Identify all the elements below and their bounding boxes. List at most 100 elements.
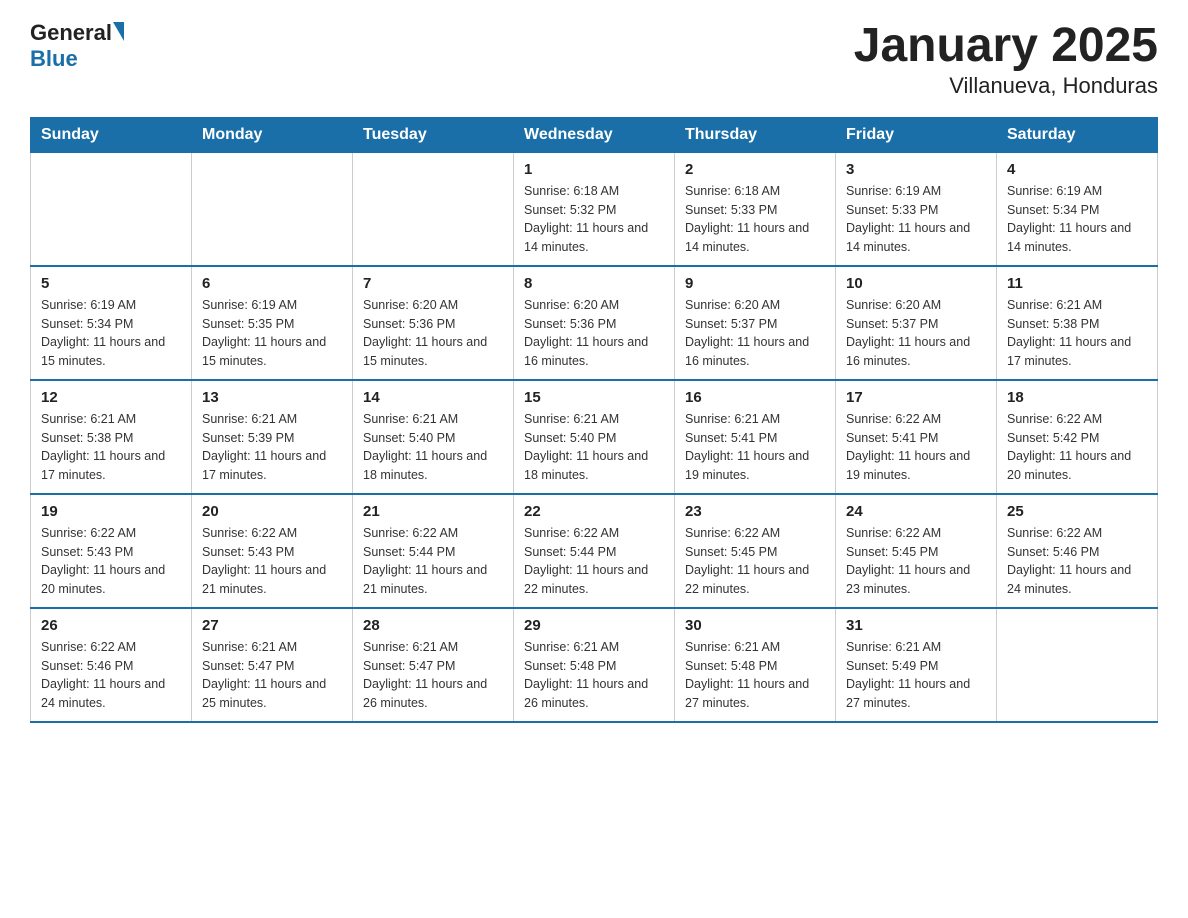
day-number: 29 <box>524 617 664 634</box>
day-number: 31 <box>846 617 986 634</box>
day-number: 28 <box>363 617 503 634</box>
day-info: Sunrise: 6:22 AMSunset: 5:46 PMDaylight:… <box>1007 524 1147 599</box>
calendar-cell <box>192 152 353 266</box>
day-number: 8 <box>524 275 664 292</box>
day-info: Sunrise: 6:22 AMSunset: 5:45 PMDaylight:… <box>846 524 986 599</box>
day-info: Sunrise: 6:21 AMSunset: 5:39 PMDaylight:… <box>202 410 342 485</box>
day-number: 12 <box>41 389 181 406</box>
calendar-body: 1 Sunrise: 6:18 AMSunset: 5:32 PMDaylight… <box>31 152 1158 722</box>
day-number: 26 <box>41 617 181 634</box>
logo: General Blue <box>30 20 124 72</box>
day-number: 11 <box>1007 275 1147 292</box>
calendar-subtitle: Villanueva, Honduras <box>854 73 1158 99</box>
day-info: Sunrise: 6:22 AMSunset: 5:41 PMDaylight:… <box>846 410 986 485</box>
day-number: 18 <box>1007 389 1147 406</box>
calendar-title: January 2025 <box>854 20 1158 73</box>
day-number: 1 <box>524 161 664 178</box>
day-info: Sunrise: 6:21 AMSunset: 5:38 PMDaylight:… <box>41 410 181 485</box>
calendar-cell: 28 Sunrise: 6:21 AMSunset: 5:47 PMDayligh… <box>353 608 514 722</box>
day-info: Sunrise: 6:20 AMSunset: 5:36 PMDaylight:… <box>363 296 503 371</box>
day-of-week-header: Tuesday <box>353 117 514 152</box>
day-info: Sunrise: 6:21 AMSunset: 5:47 PMDaylight:… <box>363 638 503 713</box>
days-of-week-row: SundayMondayTuesdayWednesdayThursdayFrid… <box>31 117 1158 152</box>
day-info: Sunrise: 6:21 AMSunset: 5:40 PMDaylight:… <box>524 410 664 485</box>
calendar-cell: 19 Sunrise: 6:22 AMSunset: 5:43 PMDayligh… <box>31 494 192 608</box>
day-info: Sunrise: 6:21 AMSunset: 5:41 PMDaylight:… <box>685 410 825 485</box>
day-number: 30 <box>685 617 825 634</box>
day-number: 10 <box>846 275 986 292</box>
day-number: 15 <box>524 389 664 406</box>
day-info: Sunrise: 6:22 AMSunset: 5:44 PMDaylight:… <box>524 524 664 599</box>
day-number: 22 <box>524 503 664 520</box>
logo-general-text: General <box>30 20 112 46</box>
day-of-week-header: Wednesday <box>514 117 675 152</box>
calendar-cell: 3Sunrise: 6:19 AMSunset: 5:33 PMDaylight… <box>836 152 997 266</box>
calendar-cell: 16 Sunrise: 6:21 AMSunset: 5:41 PMDayligh… <box>675 380 836 494</box>
calendar-cell: 26 Sunrise: 6:22 AMSunset: 5:46 PMDayligh… <box>31 608 192 722</box>
day-number: 6 <box>202 275 342 292</box>
day-of-week-header: Monday <box>192 117 353 152</box>
calendar-cell: 31 Sunrise: 6:21 AMSunset: 5:49 PMDayligh… <box>836 608 997 722</box>
page-header: General Blue January 2025 Villanueva, Ho… <box>30 20 1158 99</box>
calendar-cell: 27Sunrise: 6:21 AMSunset: 5:47 PMDayligh… <box>192 608 353 722</box>
calendar-cell: 4Sunrise: 6:19 AMSunset: 5:34 PMDaylight… <box>997 152 1158 266</box>
day-info: Sunrise: 6:22 AMSunset: 5:43 PMDaylight:… <box>202 524 342 599</box>
day-number: 9 <box>685 275 825 292</box>
day-info: Sunrise: 6:18 AMSunset: 5:32 PMDaylight:… <box>524 182 664 257</box>
day-info: Sunrise: 6:22 AMSunset: 5:43 PMDaylight:… <box>41 524 181 599</box>
calendar-week-row: 1 Sunrise: 6:18 AMSunset: 5:32 PMDaylight… <box>31 152 1158 266</box>
day-of-week-header: Sunday <box>31 117 192 152</box>
calendar-cell: 24Sunrise: 6:22 AMSunset: 5:45 PMDayligh… <box>836 494 997 608</box>
calendar-cell: 18Sunrise: 6:22 AMSunset: 5:42 PMDayligh… <box>997 380 1158 494</box>
title-block: January 2025 Villanueva, Honduras <box>854 20 1158 99</box>
calendar-cell: 25 Sunrise: 6:22 AMSunset: 5:46 PMDayligh… <box>997 494 1158 608</box>
calendar-cell: 29 Sunrise: 6:21 AMSunset: 5:48 PMDayligh… <box>514 608 675 722</box>
day-number: 7 <box>363 275 503 292</box>
calendar-week-row: 19 Sunrise: 6:22 AMSunset: 5:43 PMDayligh… <box>31 494 1158 608</box>
day-number: 2 <box>685 161 825 178</box>
day-info: Sunrise: 6:18 AMSunset: 5:33 PMDaylight:… <box>685 182 825 257</box>
day-info: Sunrise: 6:22 AMSunset: 5:45 PMDaylight:… <box>685 524 825 599</box>
calendar-cell: 5 Sunrise: 6:19 AMSunset: 5:34 PMDaylight… <box>31 266 192 380</box>
day-info: Sunrise: 6:19 AMSunset: 5:35 PMDaylight:… <box>202 296 342 371</box>
calendar-cell: 8Sunrise: 6:20 AMSunset: 5:36 PMDaylight… <box>514 266 675 380</box>
calendar-header: SundayMondayTuesdayWednesdayThursdayFrid… <box>31 117 1158 152</box>
day-info: Sunrise: 6:21 AMSunset: 5:49 PMDaylight:… <box>846 638 986 713</box>
calendar-cell: 10Sunrise: 6:20 AMSunset: 5:37 PMDayligh… <box>836 266 997 380</box>
day-info: Sunrise: 6:19 AMSunset: 5:34 PMDaylight:… <box>41 296 181 371</box>
day-info: Sunrise: 6:20 AMSunset: 5:37 PMDaylight:… <box>685 296 825 371</box>
logo-arrow-icon <box>113 22 124 41</box>
day-info: Sunrise: 6:21 AMSunset: 5:38 PMDaylight:… <box>1007 296 1147 371</box>
calendar-cell: 9 Sunrise: 6:20 AMSunset: 5:37 PMDaylight… <box>675 266 836 380</box>
day-number: 25 <box>1007 503 1147 520</box>
day-number: 3 <box>846 161 986 178</box>
calendar-cell: 2 Sunrise: 6:18 AMSunset: 5:33 PMDaylight… <box>675 152 836 266</box>
logo-blue-text: Blue <box>30 46 78 72</box>
calendar-cell: 22 Sunrise: 6:22 AMSunset: 5:44 PMDayligh… <box>514 494 675 608</box>
day-number: 16 <box>685 389 825 406</box>
calendar-cell: 12 Sunrise: 6:21 AMSunset: 5:38 PMDayligh… <box>31 380 192 494</box>
day-number: 19 <box>41 503 181 520</box>
calendar-cell <box>353 152 514 266</box>
day-of-week-header: Friday <box>836 117 997 152</box>
calendar-cell: 6 Sunrise: 6:19 AMSunset: 5:35 PMDaylight… <box>192 266 353 380</box>
day-info: Sunrise: 6:21 AMSunset: 5:47 PMDaylight:… <box>202 638 342 713</box>
day-info: Sunrise: 6:19 AMSunset: 5:34 PMDaylight:… <box>1007 182 1147 257</box>
calendar-cell: 20Sunrise: 6:22 AMSunset: 5:43 PMDayligh… <box>192 494 353 608</box>
day-info: Sunrise: 6:22 AMSunset: 5:46 PMDaylight:… <box>41 638 181 713</box>
day-info: Sunrise: 6:22 AMSunset: 5:44 PMDaylight:… <box>363 524 503 599</box>
calendar-cell: 23Sunrise: 6:22 AMSunset: 5:45 PMDayligh… <box>675 494 836 608</box>
calendar-cell: 15 Sunrise: 6:21 AMSunset: 5:40 PMDayligh… <box>514 380 675 494</box>
day-info: Sunrise: 6:21 AMSunset: 5:48 PMDaylight:… <box>685 638 825 713</box>
calendar-cell: 17 Sunrise: 6:22 AMSunset: 5:41 PMDayligh… <box>836 380 997 494</box>
calendar-cell <box>997 608 1158 722</box>
calendar-cell: 1 Sunrise: 6:18 AMSunset: 5:32 PMDaylight… <box>514 152 675 266</box>
day-info: Sunrise: 6:21 AMSunset: 5:48 PMDaylight:… <box>524 638 664 713</box>
day-number: 17 <box>846 389 986 406</box>
calendar-table: SundayMondayTuesdayWednesdayThursdayFrid… <box>30 117 1158 723</box>
day-number: 21 <box>363 503 503 520</box>
calendar-cell: 30 Sunrise: 6:21 AMSunset: 5:48 PMDayligh… <box>675 608 836 722</box>
day-number: 5 <box>41 275 181 292</box>
calendar-cell <box>31 152 192 266</box>
day-number: 14 <box>363 389 503 406</box>
